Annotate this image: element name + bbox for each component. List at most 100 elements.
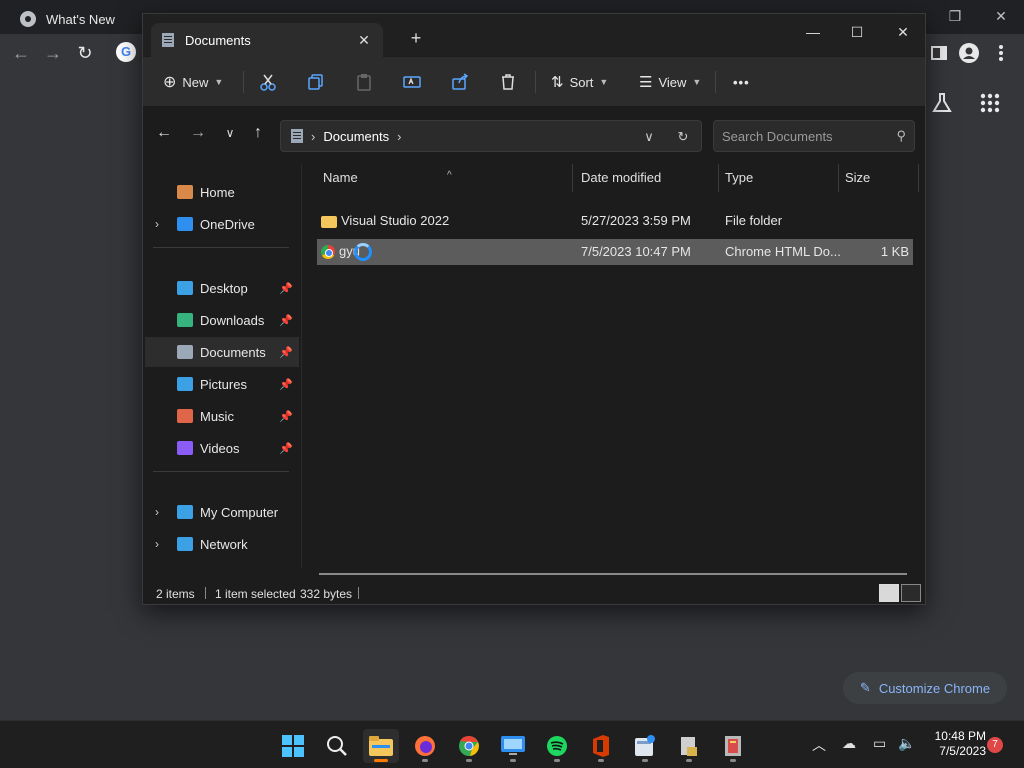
taskbar-firefox[interactable] (407, 729, 443, 763)
chrome-reload-icon[interactable]: ↻ (72, 40, 98, 66)
taskbar-search-button[interactable] (319, 729, 355, 763)
file-explorer-icon (369, 736, 393, 756)
close-button[interactable]: ✕ (880, 18, 926, 46)
minimize-button[interactable]: — (790, 18, 836, 46)
apps-grid-icon[interactable] (977, 90, 1003, 116)
tab-documents[interactable]: Documents ✕ (151, 23, 383, 57)
expand-chevron-icon[interactable]: › (155, 217, 159, 231)
forward-icon[interactable]: → (187, 122, 209, 144)
google-icon: G (116, 42, 136, 62)
details-view-icon[interactable] (879, 584, 899, 602)
column-header-type[interactable]: Type (719, 164, 839, 192)
sidebar-item-music[interactable]: Music 📌 (145, 401, 299, 431)
sort-ascending-icon: ^ (447, 170, 452, 181)
side-panel-icon[interactable] (926, 40, 952, 66)
expand-chevron-icon[interactable]: › (155, 505, 159, 519)
divider (153, 247, 289, 248)
file-date: 5/27/2023 3:59 PM (581, 213, 691, 228)
maximize-button[interactable]: ☐ (834, 18, 880, 46)
start-icon (282, 735, 304, 757)
recent-locations-icon[interactable]: ∨ (219, 122, 241, 144)
onedrive-icon (177, 217, 193, 231)
chrome-forward-icon[interactable]: → (40, 40, 66, 66)
list-item[interactable]: Visual Studio 2022 5/27/2023 3:59 PM Fil… (317, 208, 913, 234)
search-input[interactable] (722, 128, 872, 144)
taskbar-notepad[interactable] (671, 729, 707, 763)
sidebar-item-onedrive[interactable]: › OneDrive (145, 209, 299, 239)
pin-icon: 📌 (279, 282, 293, 295)
cloud-offline-icon[interactable]: ☁ (842, 735, 856, 752)
chevron-down-icon: ▼ (692, 77, 702, 87)
chrome-restore-button[interactable]: ❐ (940, 4, 970, 28)
tiles-view-icon[interactable] (901, 584, 921, 602)
cut-button[interactable] (259, 69, 277, 95)
search-box[interactable]: ⚲ (713, 120, 915, 152)
sidebar-item-network[interactable]: › Network (145, 529, 299, 559)
sidebar-item-home[interactable]: Home (145, 177, 299, 207)
home-icon (177, 185, 193, 199)
list-item-selected[interactable]: gyu 7/5/2023 10:47 PM Chrome HTML Do... … (317, 239, 913, 265)
copy-button[interactable] (307, 69, 325, 95)
labs-icon[interactable] (929, 90, 955, 116)
sidebar-item-downloads[interactable]: Downloads 📌 (145, 305, 299, 335)
more-options-button[interactable]: ••• (733, 69, 750, 95)
profile-icon[interactable] (956, 40, 982, 66)
customize-chrome-button[interactable]: ✎ Customize Chrome (843, 672, 1007, 704)
sidebar-item-pictures[interactable]: Pictures 📌 (145, 369, 299, 399)
chevron-down-icon: ▼ (214, 77, 224, 87)
paste-icon (357, 74, 371, 91)
network-status-icon[interactable]: ▭ (873, 735, 886, 752)
expand-chevron-icon[interactable]: › (155, 537, 159, 551)
chrome-menu-icon[interactable] (988, 40, 1014, 66)
refresh-icon[interactable]: ↻ (673, 127, 693, 147)
navigation-pane: Home › OneDrive Desktop 📌 Downloads 📌 Documents… (143, 159, 303, 569)
taskbar-calculator[interactable] (627, 729, 663, 763)
up-icon[interactable]: ↑ (247, 122, 269, 144)
chrome-close-button[interactable]: ✕ (986, 4, 1016, 28)
file-list: Name ^ Date modified Type Size Visual St… (313, 159, 919, 579)
horizontal-scrollbar[interactable] (319, 573, 907, 575)
search-icon (327, 736, 347, 756)
sidebar-item-documents[interactable]: Documents 📌 (145, 337, 299, 367)
back-icon[interactable]: ← (153, 122, 175, 144)
address-dropdown-icon[interactable]: ∨ (639, 127, 659, 147)
sort-button[interactable]: ⇅ Sort ▼ (551, 69, 608, 95)
file-size: 1 KB (880, 244, 909, 259)
notification-badge[interactable]: 7 (987, 737, 1003, 753)
breadcrumb[interactable]: Documents (323, 129, 389, 144)
address-bar[interactable]: › Documents › ∨ ↻ (280, 120, 702, 152)
taskbar-office[interactable] (583, 729, 619, 763)
taskbar-chrome[interactable] (451, 729, 487, 763)
new-button[interactable]: ⊕ New ▼ (163, 69, 223, 95)
sidebar-item-desktop[interactable]: Desktop 📌 (145, 273, 299, 303)
sidebar-item-my-computer[interactable]: › My Computer (145, 497, 299, 527)
paste-button[interactable] (355, 69, 373, 95)
documents-icon (162, 33, 174, 47)
volume-icon[interactable]: 🔈 (898, 735, 915, 752)
share-button[interactable] (451, 69, 469, 95)
office-icon (593, 735, 609, 757)
delete-button[interactable] (499, 69, 517, 95)
start-button[interactable] (275, 729, 311, 763)
add-circle-icon: ⊕ (163, 74, 177, 91)
taskbar-archive[interactable] (715, 729, 751, 763)
sidebar-item-videos[interactable]: Videos 📌 (145, 433, 299, 463)
column-header-name[interactable]: Name ^ (317, 164, 573, 192)
network-icon (177, 537, 193, 551)
sidebar-item-label: Desktop (200, 280, 248, 296)
column-header-size[interactable]: Size (839, 164, 919, 192)
taskbar-file-explorer[interactable] (363, 729, 399, 763)
search-icon[interactable]: ⚲ (896, 128, 906, 144)
column-header-date-modified[interactable]: Date modified (575, 164, 719, 192)
view-button[interactable]: ☰ View ▼ (639, 69, 701, 95)
chrome-back-icon[interactable]: ← (8, 40, 34, 66)
taskbar-remote-desktop[interactable] (495, 729, 531, 763)
show-hidden-icons-icon[interactable]: ︿ (812, 735, 826, 755)
taskbar-clock[interactable]: 10:48 PM 7/5/2023 (924, 729, 986, 759)
taskbar-spotify[interactable] (539, 729, 575, 763)
close-tab-icon[interactable]: ✕ (355, 31, 373, 49)
rename-button[interactable] (403, 69, 421, 95)
pane-splitter[interactable] (301, 164, 302, 568)
new-label: New (182, 74, 209, 90)
new-tab-button[interactable]: + (405, 27, 427, 49)
